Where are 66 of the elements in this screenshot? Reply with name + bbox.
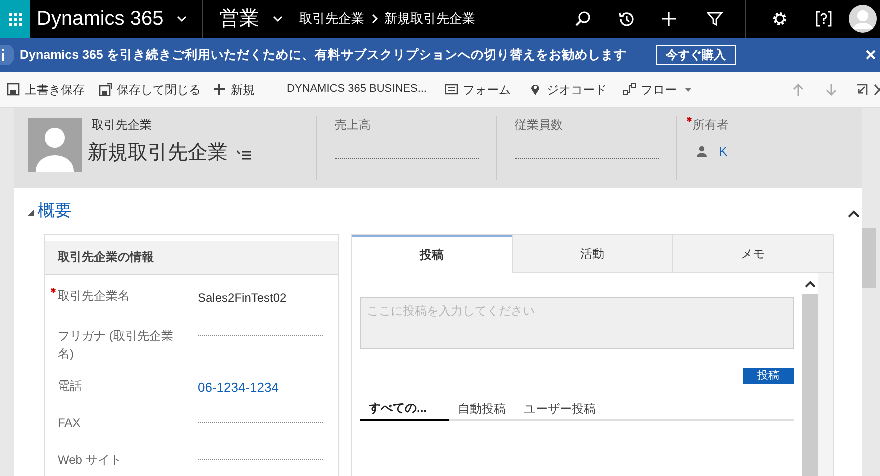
avatar-icon[interactable] [849, 5, 877, 33]
app-title: Dynamics 365 [37, 7, 164, 32]
history-icon[interactable] [618, 10, 635, 28]
info-icon [0, 45, 14, 65]
chevron-right-icon [370, 13, 379, 25]
filter-tab[interactable]: ユーザー投稿 [515, 397, 605, 421]
chevron-up-icon[interactable] [804, 281, 816, 288]
plus-icon [213, 83, 226, 96]
record-title: 新規取引先企業 [88, 141, 228, 166]
toolbar-button[interactable]: 保存して閉じる [99, 80, 201, 98]
field-value: Sales2FinTest02 [198, 290, 287, 307]
post-button[interactable]: 投稿 [743, 368, 794, 384]
field-label: 所有者 [687, 116, 856, 134]
search-icon[interactable] [575, 11, 591, 27]
pop-out-icon[interactable] [856, 84, 868, 96]
breadcrumb-link[interactable]: 取引先企業 [300, 9, 365, 29]
app-launcher-button[interactable] [0, 0, 30, 38]
chevron-down-icon[interactable] [176, 14, 188, 24]
help-icon[interactable] [816, 11, 832, 27]
field-label: 取引先企業名 [51, 286, 198, 305]
field-label: FAX [57, 415, 82, 432]
tab[interactable]: 投稿 [352, 235, 512, 273]
caret-down-icon [685, 88, 692, 92]
breadcrumb-link[interactable]: 新規取引先企業 [384, 9, 476, 29]
chevron-down-icon[interactable] [272, 14, 284, 24]
field-label: フリガナ (取引先企業名) [57, 328, 174, 363]
scrollbar-thumb[interactable] [862, 228, 876, 288]
plus-icon[interactable] [661, 11, 677, 27]
settings-icon[interactable] [772, 11, 788, 27]
person-icon [697, 146, 707, 158]
toolbar-button[interactable]: フォーム [445, 80, 511, 98]
list-menu-icon[interactable] [237, 150, 251, 160]
map-pin-icon [529, 83, 542, 96]
grid-icon [8, 12, 22, 26]
flow-icon [623, 83, 636, 96]
close-icon[interactable] [874, 84, 880, 96]
scrollbar-track[interactable] [802, 294, 818, 476]
filter-tab[interactable]: 自動投稿 [449, 397, 515, 421]
save-close-icon [99, 83, 112, 96]
card-title: 取引先企業の情報 [45, 241, 338, 275]
field-label: 電話 [57, 378, 83, 396]
post-input[interactable]: ここに投稿を入力してください [360, 297, 794, 349]
form-icon [445, 83, 458, 96]
phone-link[interactable]: 06-1234-1234 [198, 378, 279, 398]
field-label: 従業員数 [515, 117, 564, 134]
field-label: Web サイト [57, 452, 123, 470]
toolbar-button[interactable]: ジオコード [529, 80, 607, 98]
tab[interactable]: 活動 [512, 235, 672, 273]
toolbar-button[interactable]: フロー [623, 80, 692, 98]
toolbar-button[interactable]: 新規 [213, 80, 255, 98]
banner-message: Dynamics 365 を引き続きご利用いただくために、有料サブスクリプションへの切り替えをお勧めします [20, 46, 627, 64]
triangle-down-icon[interactable] [28, 210, 34, 216]
toolbar-button[interactable]: DYNAMICS 365 BUSINES... [287, 81, 427, 98]
purchase-button[interactable]: 今すぐ購入 [656, 45, 736, 65]
save-icon [7, 83, 20, 96]
area-title[interactable]: 営業 [220, 4, 260, 34]
filter-icon[interactable] [707, 11, 723, 27]
filter-tab[interactable]: すべての... [360, 397, 449, 421]
entity-avatar-icon [28, 118, 82, 172]
toolbar-button[interactable]: 上書き保存 [7, 80, 85, 98]
section-title[interactable]: 概要 [38, 198, 72, 224]
field-label: 売上高 [335, 117, 372, 134]
owner-link[interactable]: K [719, 142, 728, 162]
chevron-up-icon[interactable] [848, 210, 860, 218]
entity-type-label: 取引先企業 [92, 117, 153, 134]
tab[interactable]: メモ [672, 235, 834, 273]
